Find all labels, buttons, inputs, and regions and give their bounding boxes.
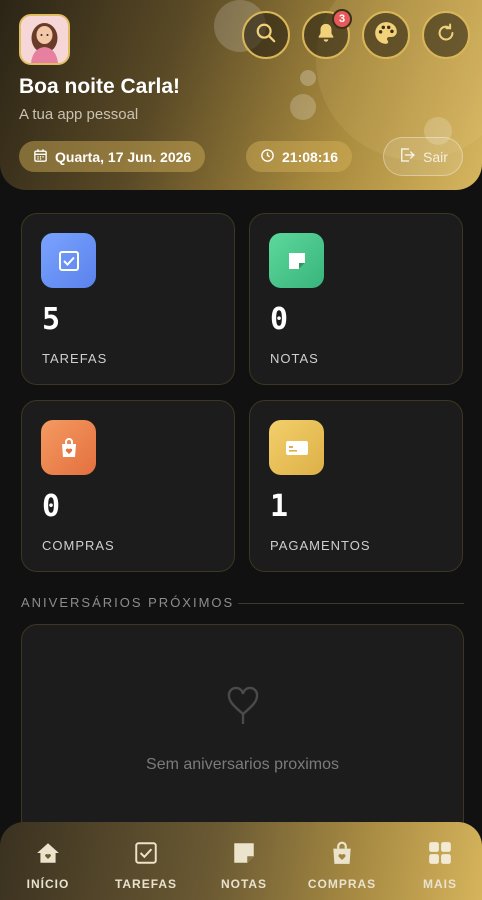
stat-value: 1 [270,489,289,524]
logout-button[interactable]: Sair [383,137,463,176]
palette-icon [373,20,399,51]
date-text: Quarta, 17 Jun. 2026 [55,148,192,165]
sticky-note-icon [231,839,257,867]
nav-compras[interactable]: COMPRAS [294,822,390,900]
pagamentos-card[interactable]: 1 PAGAMENTOS [249,400,463,572]
theme-button[interactable] [362,11,410,59]
avatar[interactable] [19,14,70,65]
nav-label: TAREFAS [114,877,178,891]
bottom-nav: INÍCIO TAREFAS NOTAS COMPRAS MAIS [0,822,482,900]
notas-card[interactable]: 0 NOTAS [249,213,463,385]
divider [238,603,464,604]
nav-label: COMPRAS [307,877,377,891]
nav-label: NOTAS [220,877,268,891]
stat-value: 0 [42,489,61,524]
calendar-icon [33,148,48,166]
time-pill: 21:08:16 [246,141,353,172]
clock-icon [260,148,275,166]
grid-icon [427,839,453,867]
search-button[interactable] [242,11,290,59]
nav-label: INÍCIO [26,877,70,891]
sticky-note-icon [269,233,324,288]
compras-card[interactable]: 0 COMPRAS [21,400,235,572]
nav-mais[interactable]: MAIS [392,822,482,900]
stat-label: COMPRAS [42,538,115,553]
header: 3 Boa noite Carla! A tua app pessoal Qua… [0,0,482,190]
nav-label: MAIS [423,877,457,891]
stat-label: PAGAMENTOS [270,538,371,553]
time-text: 21:08:16 [282,148,339,165]
heart-icon [225,686,261,731]
shopping-bag-icon [41,420,96,475]
nav-inicio[interactable]: INÍCIO [0,822,96,900]
section-title: ANIVERSÁRIOS PRÓXIMOS [21,595,235,610]
subtitle: A tua app pessoal [19,106,139,123]
stat-value: 5 [42,302,61,337]
greeting: Boa noite Carla! [19,75,181,98]
search-icon [255,22,277,49]
notification-badge: 3 [332,9,352,29]
refresh-button[interactable] [422,11,470,59]
stat-label: NOTAS [270,351,319,366]
home-icon [35,839,61,867]
stat-value: 0 [270,302,289,337]
empty-text: Sem aniversarios proximos [146,756,339,773]
birthdays-card: Sem aniversarios proximos [21,624,464,854]
nav-notas[interactable]: NOTAS [196,822,292,900]
nav-tarefas[interactable]: TAREFAS [98,822,194,900]
checkbox-icon [133,839,159,867]
shopping-bag-icon [329,839,355,867]
logout-label: Sair [423,148,448,165]
tarefas-card[interactable]: 5 TAREFAS [21,213,235,385]
logout-icon [398,146,416,167]
refresh-icon [435,22,457,49]
notifications-button[interactable]: 3 [302,9,352,59]
date-pill: Quarta, 17 Jun. 2026 [19,141,206,172]
stat-label: TAREFAS [42,351,108,366]
checkbox-icon [41,233,96,288]
credit-card-icon [269,420,324,475]
